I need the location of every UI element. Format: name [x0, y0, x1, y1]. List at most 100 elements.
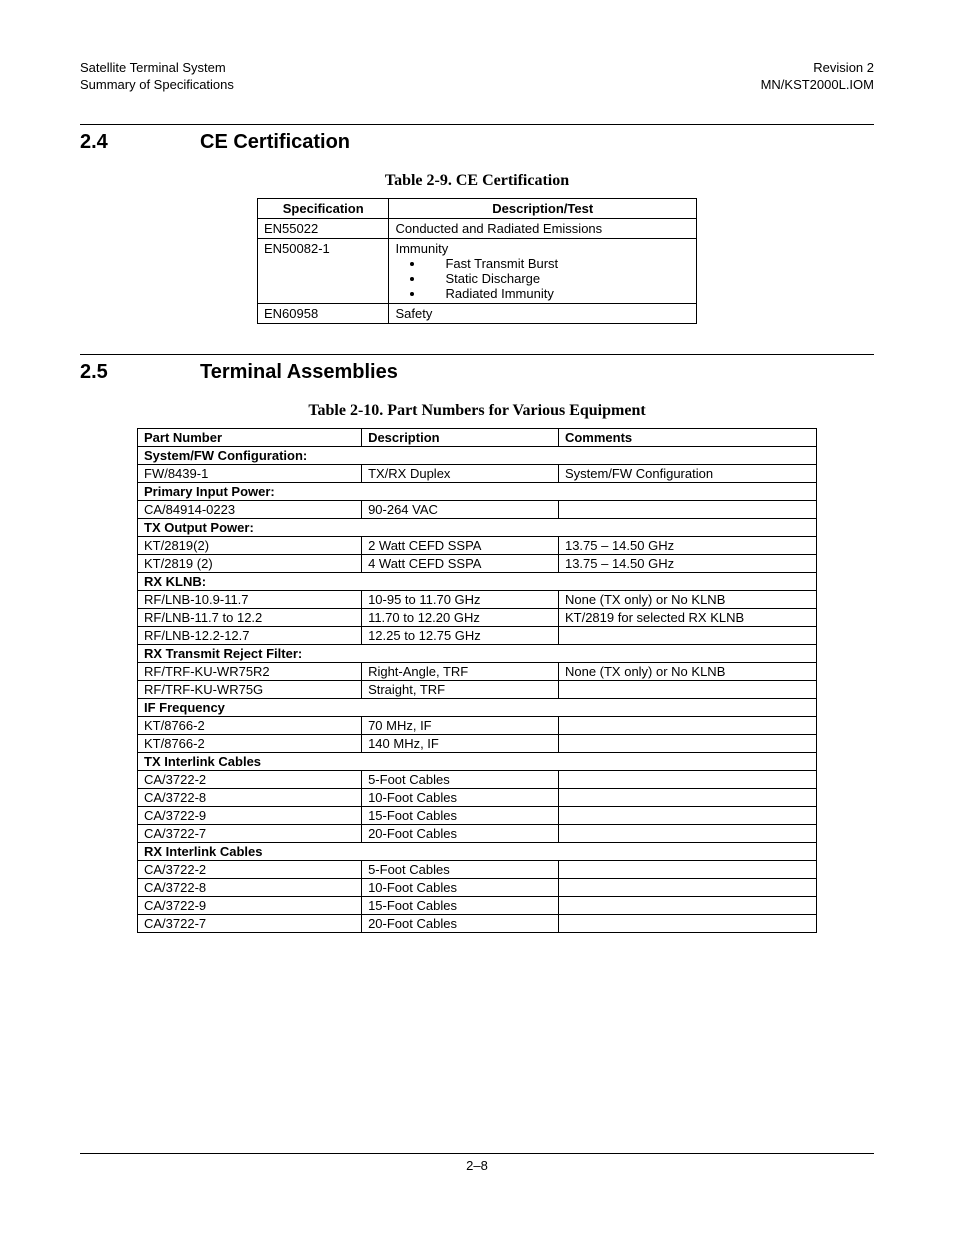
table-row: FW/8439-1TX/RX DuplexSystem/FW Configura… — [138, 464, 817, 482]
section-rule — [80, 354, 874, 355]
cell-desc: 12.25 to 12.75 GHz — [362, 626, 559, 644]
cell-pn: RF/TRF-KU-WR75G — [138, 680, 362, 698]
table-caption-2-10: Table 2-10. Part Numbers for Various Equ… — [80, 402, 874, 420]
cell-com — [558, 716, 816, 734]
cell-pn: CA/3722-8 — [138, 788, 362, 806]
table-group-row: Primary Input Power: — [138, 482, 817, 500]
table-group-row: RX KLNB: — [138, 572, 817, 590]
table-row: CA/3722-25-Foot Cables — [138, 860, 817, 878]
cell-desc: 11.70 to 12.20 GHz — [362, 608, 559, 626]
group-label: RX KLNB: — [138, 572, 817, 590]
cell-pn: CA/3722-2 — [138, 770, 362, 788]
footer-rule — [80, 1153, 874, 1154]
cell-com — [558, 878, 816, 896]
header-right-line2: MN/KST2000L.IOM — [761, 77, 874, 94]
cell-pn: RF/LNB-11.7 to 12.2 — [138, 608, 362, 626]
cell-com — [558, 500, 816, 518]
header-right: Revision 2 MN/KST2000L.IOM — [761, 60, 874, 94]
cell-desc: Straight, TRF — [362, 680, 559, 698]
parts-header-com: Comments — [558, 428, 816, 446]
cell-pn: KT/8766-2 — [138, 716, 362, 734]
table-caption-2-9: Table 2-9. CE Certification — [80, 172, 874, 190]
cell-pn: KT/2819 (2) — [138, 554, 362, 572]
group-label: RX Interlink Cables — [138, 842, 817, 860]
table-group-row: TX Output Power: — [138, 518, 817, 536]
group-label: IF Frequency — [138, 698, 817, 716]
group-label: TX Output Power: — [138, 518, 817, 536]
group-label: Primary Input Power: — [138, 482, 817, 500]
header-left-line1: Satellite Terminal System — [80, 60, 234, 77]
cell-com — [558, 770, 816, 788]
header-left-line2: Summary of Specifications — [80, 77, 234, 94]
cell-com — [558, 914, 816, 932]
cell-com: 13.75 – 14.50 GHz — [558, 554, 816, 572]
cell-pn: KT/2819(2) — [138, 536, 362, 554]
cell-com — [558, 680, 816, 698]
cell-pn: CA/3722-7 — [138, 914, 362, 932]
cell-desc: 15-Foot Cables — [362, 896, 559, 914]
cell-com: None (TX only) or No KLNB — [558, 590, 816, 608]
table-group-row: TX Interlink Cables — [138, 752, 817, 770]
table-row: CA/3722-915-Foot Cables — [138, 806, 817, 824]
table-group-row: RX Transmit Reject Filter: — [138, 644, 817, 662]
table-row: KT/2819 (2)4 Watt CEFD SSPA13.75 – 14.50… — [138, 554, 817, 572]
table-row: CA/3722-810-Foot Cables — [138, 878, 817, 896]
table-row: KT/8766-2140 MHz, IF — [138, 734, 817, 752]
cell-com — [558, 788, 816, 806]
cell-pn: FW/8439-1 — [138, 464, 362, 482]
page-number: 2–8 — [80, 1158, 874, 1173]
cell-desc: 90-264 VAC — [362, 500, 559, 518]
cell-pn: CA/3722-2 — [138, 860, 362, 878]
table-row: RF/TRF-KU-WR75GStraight, TRF — [138, 680, 817, 698]
ce-header-spec: Specification — [258, 198, 389, 218]
table-row: EN50082-1ImmunityFast Transmit BurstStat… — [258, 238, 697, 303]
header-right-line1: Revision 2 — [761, 60, 874, 77]
cell-com — [558, 626, 816, 644]
cell-desc: 20-Foot Cables — [362, 824, 559, 842]
header-left: Satellite Terminal System Summary of Spe… — [80, 60, 234, 94]
table-row: CA/3722-915-Foot Cables — [138, 896, 817, 914]
section-title: CE Certification — [200, 131, 350, 154]
table-row: EN55022Conducted and Radiated Emissions — [258, 218, 697, 238]
cell-desc: 10-95 to 11.70 GHz — [362, 590, 559, 608]
cell-com — [558, 896, 816, 914]
table-row: CA/3722-720-Foot Cables — [138, 824, 817, 842]
cell-pn: CA/3722-9 — [138, 896, 362, 914]
cell-desc: 5-Foot Cables — [362, 860, 559, 878]
cell-desc: 5-Foot Cables — [362, 770, 559, 788]
cell-desc: Right-Angle, TRF — [362, 662, 559, 680]
list-item: Static Discharge — [425, 271, 690, 286]
cell-com: KT/2819 for selected RX KLNB — [558, 608, 816, 626]
section-heading-2-4: 2.4 CE Certification — [80, 131, 874, 154]
section-heading-2-5: 2.5 Terminal Assemblies — [80, 361, 874, 384]
cell-desc: 10-Foot Cables — [362, 788, 559, 806]
section-number: 2.4 — [80, 131, 200, 154]
part-numbers-table: Part Number Description Comments System/… — [137, 428, 817, 933]
ce-bullet-list: Fast Transmit BurstStatic DischargeRadia… — [395, 256, 690, 301]
table-row: RF/LNB-10.9-11.710-95 to 11.70 GHzNone (… — [138, 590, 817, 608]
table-row: KT/2819(2)2 Watt CEFD SSPA13.75 – 14.50 … — [138, 536, 817, 554]
cell-desc: 70 MHz, IF — [362, 716, 559, 734]
group-label: System/FW Configuration: — [138, 446, 817, 464]
table-row: RF/LNB-12.2-12.712.25 to 12.75 GHz — [138, 626, 817, 644]
table-group-row: IF Frequency — [138, 698, 817, 716]
group-label: TX Interlink Cables — [138, 752, 817, 770]
section-title: Terminal Assemblies — [200, 361, 398, 384]
ce-desc-cell: Safety — [389, 303, 697, 323]
section-number: 2.5 — [80, 361, 200, 384]
cell-desc: TX/RX Duplex — [362, 464, 559, 482]
table-row: CA/3722-810-Foot Cables — [138, 788, 817, 806]
cell-com — [558, 824, 816, 842]
page-header: Satellite Terminal System Summary of Spe… — [80, 60, 874, 94]
table-row: RF/TRF-KU-WR75R2Right-Angle, TRFNone (TX… — [138, 662, 817, 680]
cell-pn: CA/3722-9 — [138, 806, 362, 824]
section-rule — [80, 124, 874, 125]
cell-pn: CA/84914-0223 — [138, 500, 362, 518]
ce-spec-cell: EN60958 — [258, 303, 389, 323]
table-row: CA/3722-720-Foot Cables — [138, 914, 817, 932]
cell-pn: RF/LNB-12.2-12.7 — [138, 626, 362, 644]
cell-com: System/FW Configuration — [558, 464, 816, 482]
cell-com — [558, 860, 816, 878]
cell-pn: KT/8766-2 — [138, 734, 362, 752]
cell-pn: CA/3722-7 — [138, 824, 362, 842]
